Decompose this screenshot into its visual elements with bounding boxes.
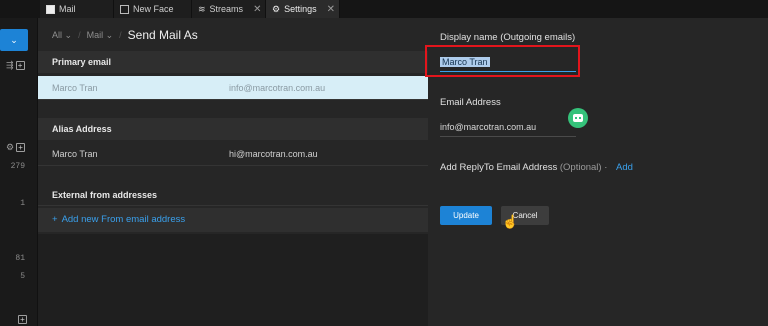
add-icon[interactable]: + (15, 61, 25, 70)
add-from-address-link[interactable]: + Add new From email address (52, 214, 185, 225)
tab-streams[interactable]: ≋ Streams ✕ (192, 0, 266, 18)
left-rail: ⌄ ⇶ + ⚙ + 279 1 81 5 + (0, 18, 38, 326)
hand-cursor-icon: ☝ (502, 214, 519, 229)
display-name-label: Display name (Outgoing emails) (440, 32, 576, 43)
chat-bot-icon[interactable] (568, 108, 588, 128)
compose-dropdown-button[interactable]: ⌄ (0, 29, 28, 51)
tab-mail[interactable]: Mail (40, 0, 114, 18)
filter-icon: ⇶ (6, 60, 14, 70)
send-as-edit-form: Display name (Outgoing emails) Marco Tra… (425, 18, 768, 326)
add-icon[interactable]: + (18, 315, 27, 324)
breadcrumb-all[interactable]: All ⌄ (52, 30, 72, 41)
plus-icon: + (52, 214, 58, 225)
sender-name: Marco Tran (52, 148, 98, 159)
bot-face (573, 114, 583, 122)
breadcrumb-separator: / (119, 30, 122, 40)
email-address-input[interactable]: info@marcotran.com.au (440, 119, 576, 137)
breadcrumb: All ⌄ / Mail ⌄ / Send Mail As (52, 28, 198, 42)
alias-row[interactable]: Marco Tran hi@marcotran.com.au (38, 142, 428, 166)
close-icon[interactable]: ✕ (253, 4, 261, 15)
tab-bar: Mail New Face ≋ Streams ✕ ⚙ Settings ✕ (0, 0, 768, 18)
add-from-address-label: Add new From email address (61, 214, 186, 225)
tab-label: Streams (209, 4, 244, 14)
settings-tool[interactable]: ⚙ + (6, 142, 26, 153)
primary-email-row[interactable]: Marco Tran info@marcotran.com.au (38, 76, 428, 100)
breadcrumb-mail-label: Mail (86, 29, 104, 40)
page-title: Send Mail As (127, 28, 198, 42)
bottom-add[interactable]: + (18, 315, 27, 324)
sender-email: info@marcotran.com.au (229, 82, 326, 93)
count-badge: 5 (20, 272, 25, 281)
display-name-input[interactable]: Marco Tran (440, 54, 576, 72)
envelope-icon (120, 4, 129, 14)
tab-label: Settings (284, 4, 317, 14)
sender-email: hi@marcotran.com.au (229, 148, 318, 159)
sender-name: Marco Tran (52, 82, 98, 93)
count-badge: 279 (10, 162, 25, 171)
replyto-row: Add ReplyTo Email Address (Optional) · A… (440, 162, 633, 173)
add-icon[interactable]: + (16, 143, 26, 152)
send-as-list-pane: All ⌄ / Mail ⌄ / Send Mail As Primary em… (38, 18, 428, 326)
tab-label: New Face (133, 4, 174, 14)
replyto-label: Add ReplyTo Email Address (440, 162, 558, 173)
separator-dot: · (604, 162, 611, 173)
tab-settings[interactable]: ⚙ Settings ✕ (266, 0, 340, 18)
display-name-value: Marco Tran (440, 57, 490, 67)
tab-label: Mail (59, 4, 76, 14)
primary-email-header: Primary email (38, 51, 428, 73)
checkbox-icon (46, 4, 55, 14)
chevron-down-icon: ⌄ (10, 34, 18, 45)
breadcrumb-separator: / (78, 30, 81, 40)
email-address-label: Email Address (440, 97, 501, 108)
filter-tool[interactable]: ⇶ + (6, 60, 25, 71)
external-addresses-header: External from addresses (38, 184, 428, 206)
close-icon[interactable]: ✕ (327, 4, 335, 15)
tab-new-face[interactable]: New Face (114, 0, 192, 18)
count-badge: 1 (20, 199, 25, 208)
gear-icon: ⚙ (6, 142, 15, 152)
breadcrumb-all-label: All (52, 29, 63, 40)
empty-area (38, 234, 428, 326)
replyto-add-link[interactable]: Add (616, 162, 633, 173)
replyto-optional: (Optional) (559, 162, 602, 173)
update-button[interactable]: Update (440, 206, 492, 225)
email-address-value: info@marcotran.com.au (440, 122, 537, 132)
streams-icon: ≋ (198, 3, 206, 14)
breadcrumb-mail[interactable]: Mail ⌄ (87, 30, 114, 41)
gear-icon: ⚙ (272, 3, 281, 14)
alias-address-header: Alias Address (38, 118, 428, 140)
count-badge: 81 (15, 254, 25, 263)
